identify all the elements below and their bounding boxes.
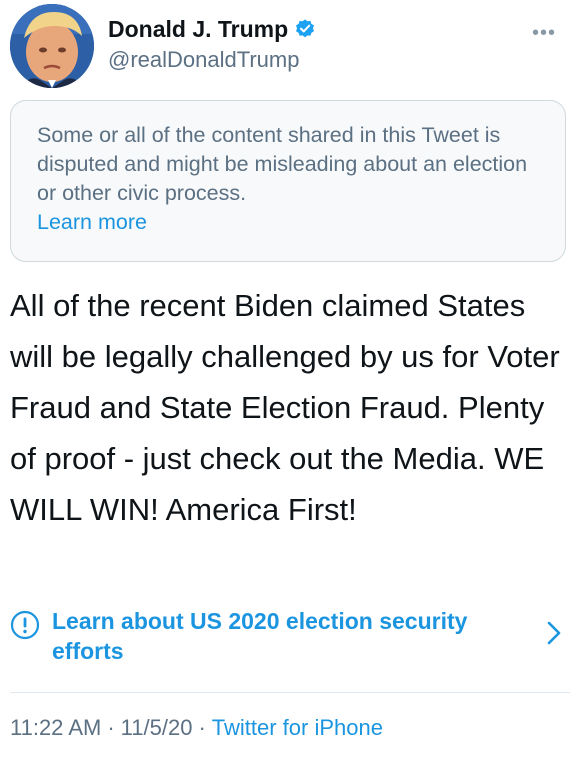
tweet-header: Donald J. Trump @realDonaldTrump •••	[0, 0, 572, 96]
notice-text: Some or all of the content shared in thi…	[37, 123, 528, 205]
divider	[10, 692, 570, 693]
chevron-right-icon[interactable]	[546, 620, 562, 646]
exclamation-circle-icon	[10, 610, 40, 640]
learn-more-link[interactable]: Learn more	[37, 208, 147, 237]
tweet-metadata: 11:22 AM · 11/5/20 · Twitter for iPhone	[10, 713, 383, 743]
avatar[interactable]	[10, 4, 94, 88]
tweet-time[interactable]: 11:22 AM	[10, 715, 101, 740]
author-handle[interactable]: @realDonaldTrump	[108, 46, 316, 74]
more-options-icon[interactable]: •••	[532, 22, 556, 45]
election-info-label[interactable]: Learn about US 2020 election security ef…	[52, 606, 472, 666]
author-display-name[interactable]: Donald J. Trump	[108, 14, 288, 44]
election-info-link[interactable]: Learn about US 2020 election security ef…	[10, 606, 566, 670]
tweet-source-link[interactable]: Twitter for iPhone	[212, 715, 383, 740]
meta-separator: ·	[198, 715, 206, 740]
disputed-content-notice: Some or all of the content shared in thi…	[10, 100, 566, 262]
author-name-row[interactable]: Donald J. Trump	[108, 14, 316, 44]
avatar-photo	[10, 4, 94, 88]
tweet-date[interactable]: 11/5/20	[121, 715, 193, 740]
meta-separator: ·	[107, 715, 115, 740]
verified-badge-icon	[296, 19, 315, 38]
tweet-text: All of the recent Biden claimed States w…	[10, 288, 560, 527]
